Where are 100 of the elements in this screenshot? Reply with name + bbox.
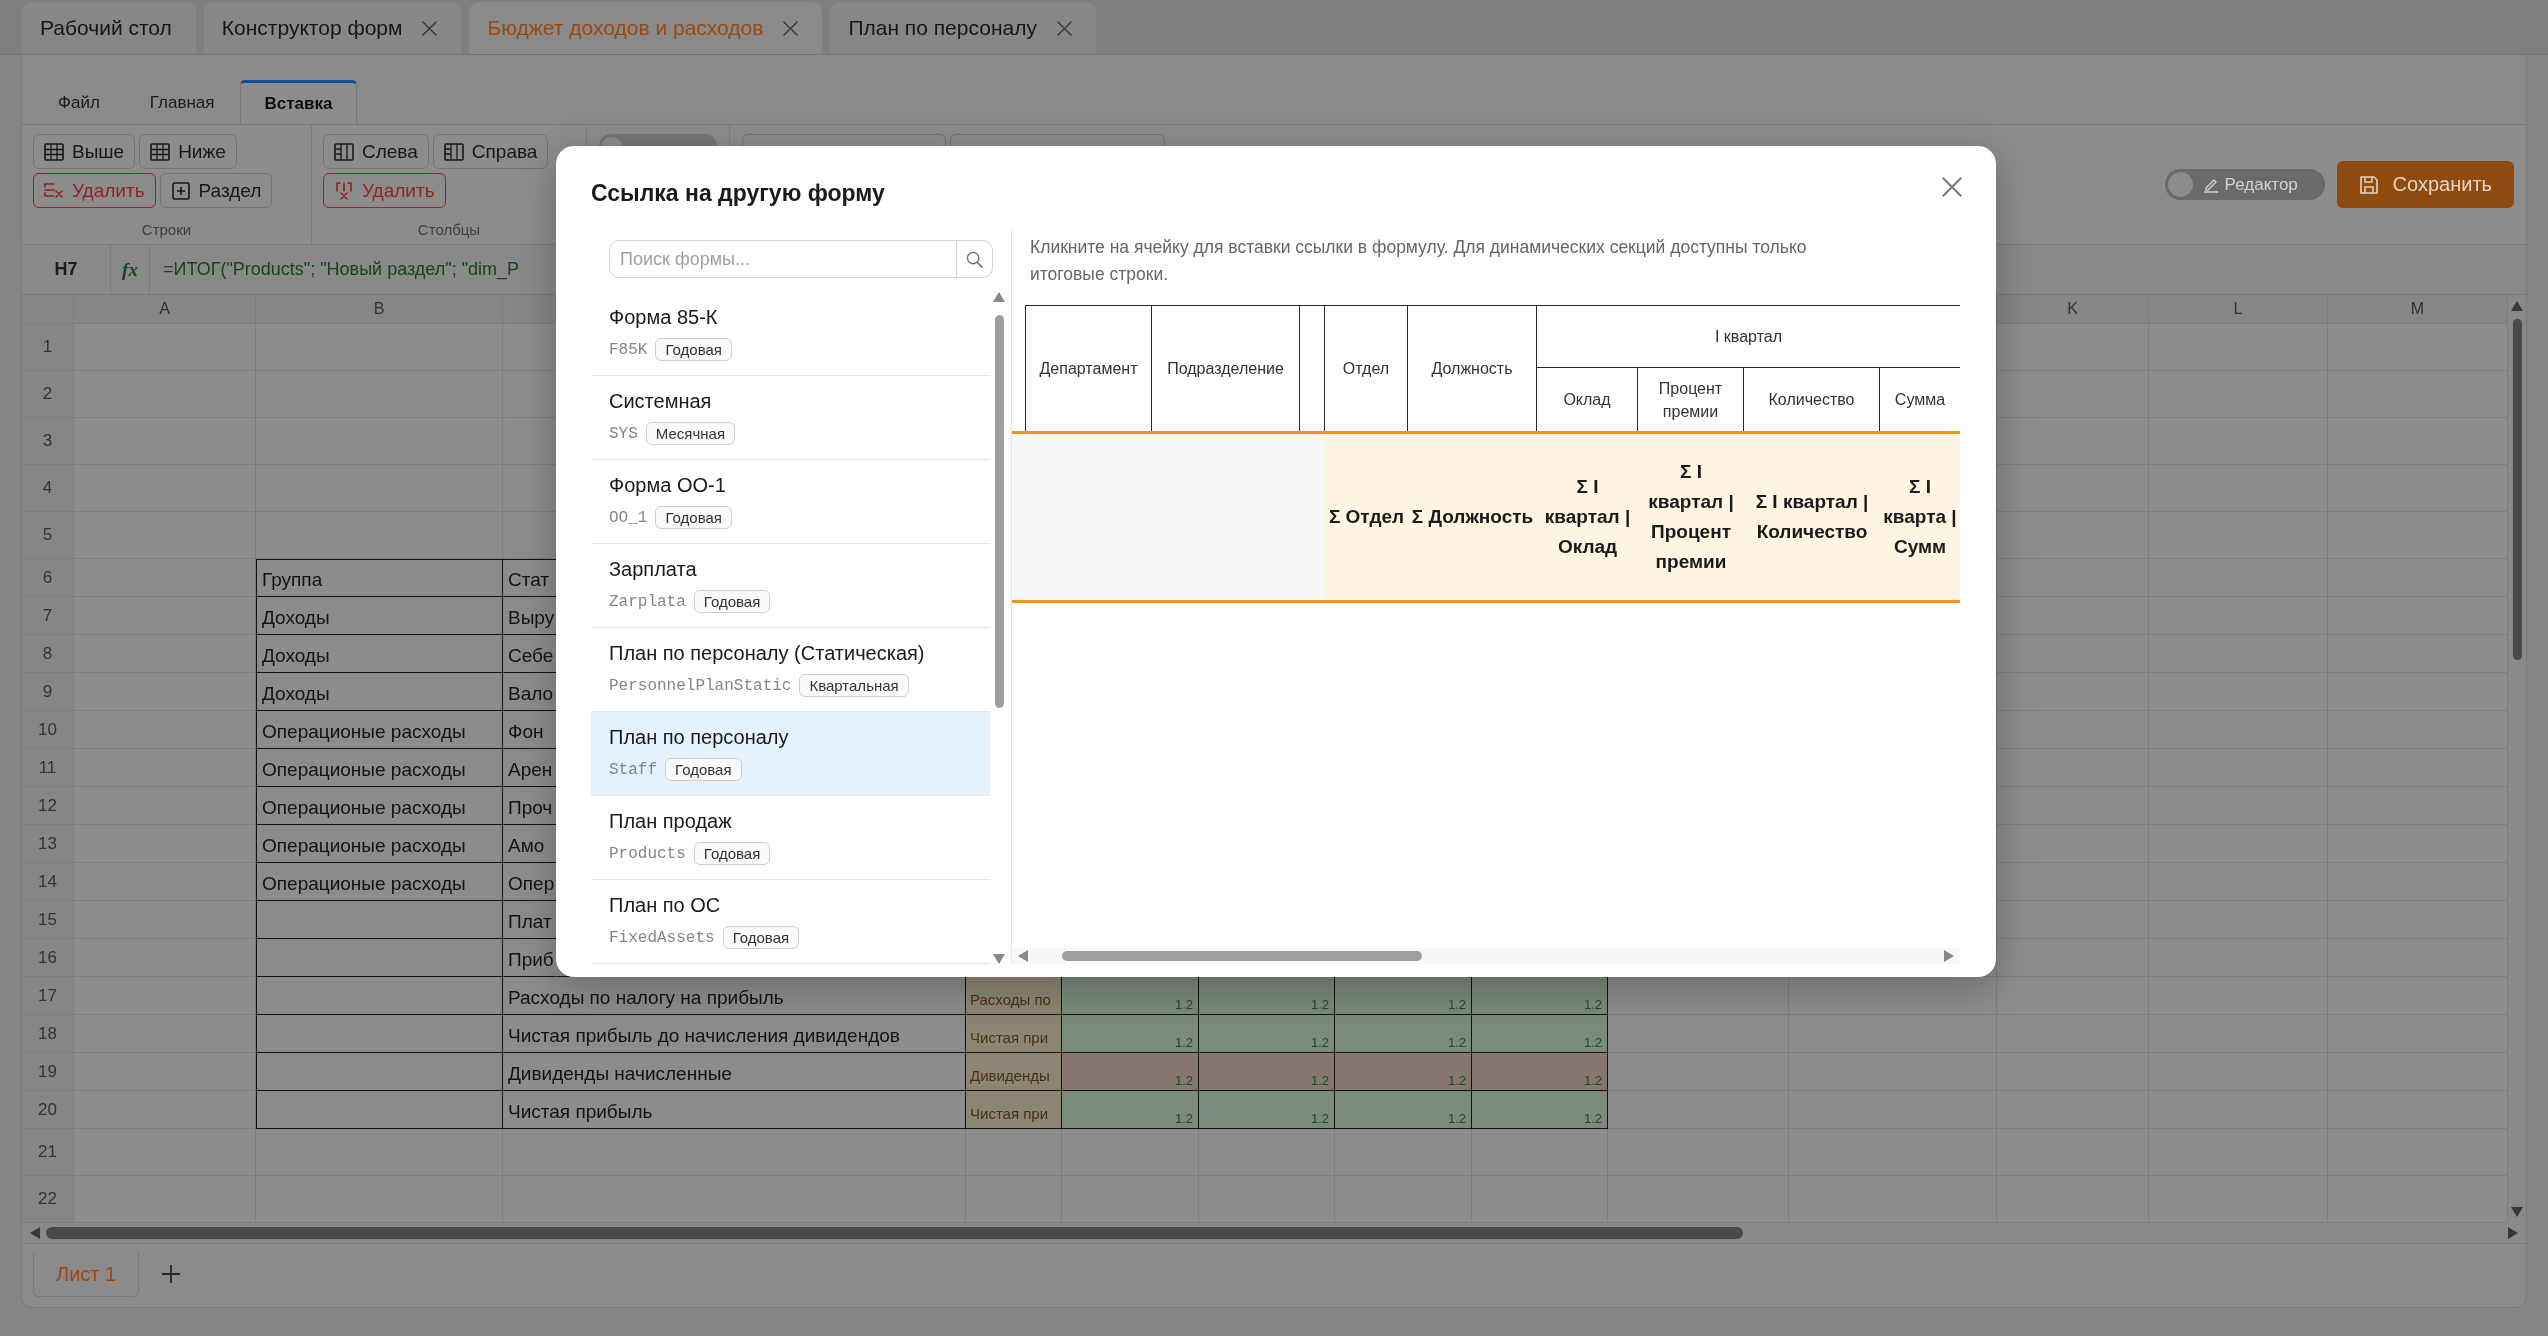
scrollbar-thumb[interactable] [994,315,1004,708]
table-cell: Дивиденды [966,1053,1062,1091]
period-badge: Годовая [693,590,771,613]
ribbon-tab[interactable]: Главная [124,80,240,124]
save-button[interactable]: Сохранить [2336,161,2514,208]
form-list-item[interactable]: Зарплата Zarplata Годовая [591,544,990,628]
ribbon-tab[interactable]: Вставка [239,80,358,124]
close-icon[interactable] [1056,20,1072,36]
cell-reference[interactable]: H7 [22,245,111,294]
table-grid-icon [150,142,171,161]
toolbar-button[interactable]: Справа [432,134,549,169]
form-list-item[interactable]: План по персоналу Staff Годовая [591,712,990,796]
row-header[interactable]: 18 [22,1015,74,1053]
form-list-item[interactable]: План продаж Products Годовая [591,796,990,880]
row-header[interactable]: 2 [22,371,74,418]
period-badge: Годовая [655,506,732,529]
scrollbar-thumb[interactable] [1062,951,1422,961]
toggle-switch[interactable] [599,134,717,146]
table-cell: Чистая при [966,1015,1062,1053]
close-icon[interactable] [783,20,799,36]
column-header[interactable]: K [1997,295,2149,324]
row-header[interactable]: 15 [22,901,74,939]
row-header[interactable]: 11 [22,749,74,787]
toolbar-button[interactable]: Выше [33,134,136,169]
editor-toggle[interactable]: Редактор [2164,169,2325,200]
triangle-down-icon[interactable] [2511,1207,2523,1217]
toolbar-button[interactable]: Слева [323,134,429,169]
form-code: OO_1 [609,508,648,527]
triangle-right-icon[interactable] [1944,950,1954,962]
column-header[interactable]: M [2328,295,2508,324]
triangle-up-icon[interactable] [2511,301,2523,311]
app-tab[interactable]: План по персоналу [830,2,1096,54]
app-tab[interactable]: Рабочий стол [22,2,196,54]
row-header[interactable]: 12 [22,787,74,825]
column-grid-icon [334,142,354,161]
row-header[interactable]: 1 [22,324,74,371]
triangle-left-icon[interactable] [30,1227,40,1239]
plus-icon[interactable] [161,1264,182,1284]
row-header[interactable]: 19 [22,1053,74,1091]
row-header[interactable]: 4 [22,465,74,512]
triangle-left-icon[interactable] [1018,950,1028,962]
table-cell: 1.2 [1472,1015,1608,1053]
triangle-right-icon[interactable] [2508,1227,2518,1239]
row-header[interactable]: 14 [22,863,74,901]
table-cell: Операционые расходы [256,749,503,787]
row-header[interactable]: 7 [22,597,74,635]
row-header[interactable]: 21 [22,1129,74,1176]
total-cell[interactable]: Σ I кварта | Сумм [1880,431,1960,603]
total-cell[interactable]: Σ I квартал | Процент премии [1638,431,1744,603]
table-cell: Операционые расходы [256,863,503,901]
close-icon[interactable] [1942,177,1962,197]
column-header[interactable]: A [74,295,256,324]
triangle-down-icon[interactable] [993,954,1005,964]
columns-cross-icon [334,181,354,200]
triangle-up-icon[interactable] [993,292,1005,302]
form-list-item[interactable]: Форма 85-К F85K Годовая [591,292,990,376]
total-cell[interactable]: Σ I квартал | Оклад [1537,431,1638,603]
form-name: План по ОС [609,894,721,917]
table-cell: 1.2 [1062,1091,1199,1129]
row-header[interactable]: 8 [22,635,74,673]
form-list-item[interactable]: План по ОС FixedAssets Годовая [591,880,990,964]
formula-field[interactable]: =ИТОГ("Products"; "Новый раздел"; "dim_P [150,259,520,280]
row-header[interactable]: 6 [22,559,74,597]
row-header[interactable]: 20 [22,1091,74,1129]
table-cell: Доходы [256,597,503,635]
column-header[interactable]: B [256,295,503,324]
toolbar-button[interactable]: Удалить [323,173,446,208]
search-button[interactable] [957,240,993,278]
row-header[interactable]: 17 [22,977,74,1015]
scrollbar-thumb[interactable] [2512,319,2522,660]
form-code: PersonnelPlanStatic [609,676,792,695]
search-field[interactable]: Поиск формы... [609,240,957,278]
form-code: Products [609,844,686,863]
total-cell[interactable]: Σ I квартал | Количество [1744,431,1880,603]
row-header[interactable]: 13 [22,825,74,863]
period-badge: Годовая [665,758,742,781]
table-cell: Чистая при [966,1091,1062,1129]
total-cell[interactable]: Σ Должность [1408,431,1537,603]
row-header[interactable]: 3 [22,418,74,465]
toolbar-button[interactable]: Раздел [159,173,273,208]
ribbon-tab[interactable]: Файл [33,80,125,124]
table-cell: 1.2 [1199,1091,1335,1129]
toolbar-button[interactable]: Ниже [139,134,237,169]
scrollbar-thumb[interactable] [46,1227,1743,1239]
row-header[interactable]: 16 [22,939,74,977]
row-header[interactable]: 5 [22,512,74,559]
row-header[interactable]: 22 [22,1176,74,1223]
close-icon[interactable] [422,20,438,36]
row-header[interactable]: 10 [22,711,74,749]
column-header[interactable]: L [2149,295,2328,324]
form-list-item[interactable]: Форма ОО-1 OO_1 Годовая [591,460,990,544]
form-name: Форма ОО-1 [609,474,726,497]
app-tab[interactable]: Конструктор форм [203,2,462,54]
form-list-item[interactable]: Системная SYS Месячная [591,376,990,460]
table-cell: 1.2 [1062,977,1199,1015]
row-header[interactable]: 9 [22,673,74,711]
total-cell[interactable]: Σ Отдел [1325,431,1408,603]
function-label[interactable]: fx [111,245,150,294]
form-name: Зарплата [609,558,697,581]
toolbar-button[interactable]: Удалить [33,173,156,208]
